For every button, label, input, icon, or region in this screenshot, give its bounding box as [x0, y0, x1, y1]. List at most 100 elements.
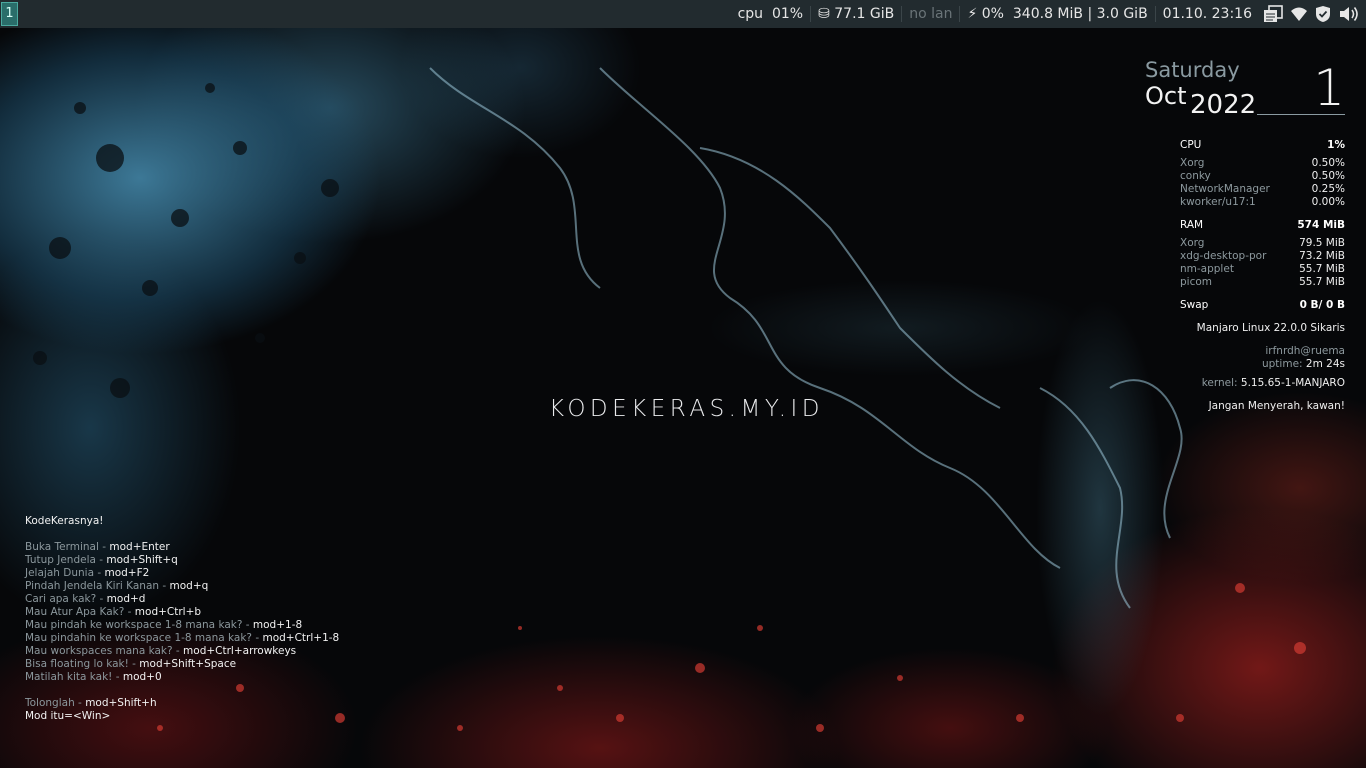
ram-process-row: Xorg 79.5 MiB: [1180, 237, 1345, 250]
keybinding-keys: mod+Ctrl+b: [134, 606, 202, 618]
keybinding-item: Pindah Jendela Kiri Kanan - mod+q: [25, 580, 339, 593]
keybinding-keys: mod+Shift+h: [85, 697, 157, 709]
cpu-header-label: CPU: [1180, 139, 1202, 151]
keybinding-desc: Tutup Jendela -: [25, 554, 107, 566]
uptime-value: 2m 24s: [1305, 358, 1345, 370]
keybinding-keys: mod+Ctrl+1-8: [262, 632, 340, 644]
process-name: xdg-desktop-por: [1180, 250, 1267, 262]
conky-date-underline: [1257, 114, 1345, 115]
keybinding-keys: mod+1-8: [252, 619, 303, 631]
process-value: 0.25%: [1311, 183, 1345, 195]
keybinding-desc: Matilah kita kak! -: [25, 671, 123, 683]
cpu-process-row: kworker/u17:1 0.00%: [1180, 196, 1345, 209]
cpu-status[interactable]: cpu 01%: [731, 6, 812, 22]
process-value: 0.00%: [1311, 196, 1345, 208]
keybinding-cheatsheet: KodeKerasnya! Buka Terminal - mod+Enter …: [25, 515, 339, 723]
keybinding-item: Buka Terminal - mod+Enter: [25, 541, 339, 554]
process-value: 55.7 MiB: [1299, 263, 1345, 275]
process-name: Xorg: [1180, 237, 1205, 249]
cpu-process-row: NetworkManager 0.25%: [1180, 183, 1345, 196]
keybinding-desc: Mau pindahin ke workspace 1-8 mana kak? …: [25, 632, 263, 644]
conky-year: 2022: [1190, 90, 1257, 120]
workspace-button-1[interactable]: 1: [1, 2, 18, 26]
keybinding-desc: Pindah Jendela Kiri Kanan -: [25, 580, 170, 592]
conky-weekday: Saturday: [1145, 58, 1240, 82]
motto: Jangan Menyerah, kawan!: [1208, 400, 1345, 412]
keybinding-keys: mod+0: [122, 671, 162, 683]
ram-process-row: picom 55.7 MiB: [1180, 276, 1345, 289]
clipboard-icon[interactable]: [1263, 5, 1283, 23]
keybinding-item: Matilah kita kak! - mod+0: [25, 671, 339, 684]
keybinding-keys: mod+q: [169, 580, 209, 592]
keybinding-item: Cari apa kak? - mod+d: [25, 593, 339, 606]
ram-header-value: 574 MiB: [1297, 219, 1345, 231]
keybinding-item: Tutup Jendela - mod+Shift+q: [25, 554, 339, 567]
system-tray: [1259, 5, 1366, 23]
uptime-line: uptime: 2m 24s: [1180, 358, 1345, 371]
keybinding-keys: mod+Ctrl+arrowkeys: [183, 645, 297, 657]
process-value: 0.50%: [1311, 170, 1345, 182]
ram-header: RAM 574 MiB: [1180, 219, 1345, 232]
conky-month: Oct: [1145, 82, 1187, 110]
process-value: 79.5 MiB: [1299, 237, 1345, 249]
disk-status[interactable]: ⛁ 77.1 GiB: [811, 6, 903, 22]
keybinding-item: Mau pindah ke workspace 1-8 mana kak? - …: [25, 619, 339, 632]
keybinding-help: Tolonglah - mod+Shift+h: [25, 697, 339, 710]
cpu-process-row: conky 0.50%: [1180, 170, 1345, 183]
battery-memory-status[interactable]: ⚡ 0% 340.8 MiB | 3.0 GiB: [960, 6, 1156, 22]
kernel-line: kernel: 5.15.65-1-MANJARO: [1180, 377, 1345, 390]
keybinding-item: Jelajah Dunia - mod+F2: [25, 567, 339, 580]
process-value: 0.50%: [1311, 157, 1345, 169]
lan-status[interactable]: no lan: [902, 6, 961, 22]
process-name: picom: [1180, 276, 1213, 288]
keybinding-keys: mod+d: [106, 593, 146, 605]
keybinding-item: Mau workspaces mana kak? - mod+Ctrl+arro…: [25, 645, 339, 658]
kernel-label: kernel:: [1201, 377, 1238, 389]
volume-icon[interactable]: [1338, 5, 1360, 23]
keybinding-keys: mod+Enter: [109, 541, 170, 553]
keybinding-keys: mod+Shift+Space: [139, 658, 237, 670]
process-name: kworker/u17:1: [1180, 196, 1256, 208]
ram-process-row: xdg-desktop-por 73.2 MiB: [1180, 250, 1345, 263]
process-value: 73.2 MiB: [1299, 250, 1345, 262]
keybinding-desc: Buka Terminal -: [25, 541, 110, 553]
battery-icon: ⚡: [967, 6, 978, 22]
keybinding-desc: Cari apa kak? -: [25, 593, 107, 605]
keybinding-item: Mau Atur Apa Kak? - mod+Ctrl+b: [25, 606, 339, 619]
process-name: nm-applet: [1180, 263, 1234, 275]
ram-header-label: RAM: [1180, 219, 1204, 231]
disk-icon: ⛁: [818, 6, 830, 22]
wallpaper-brand-text: KODEKERAS.MY.ID: [549, 396, 825, 422]
top-status-bar: 1 cpu 01% ⛁ 77.1 GiB no lan ⚡ 0% 340.8 M…: [0, 0, 1366, 28]
process-name: NetworkManager: [1180, 183, 1270, 195]
memory-value: 340.8 MiB | 3.0 GiB: [1012, 6, 1148, 22]
keybinding-desc: Mau workspaces mana kak? -: [25, 645, 184, 657]
keybinding-desc: Mau pindah ke workspace 1-8 mana kak? -: [25, 619, 253, 631]
uptime-label: uptime:: [1261, 358, 1303, 370]
keybinding-desc: Mau Atur Apa Kak? -: [25, 606, 135, 618]
keybinding-keys: mod+F2: [104, 567, 150, 579]
conky-date-widget: Saturday Oct 2022 1: [1145, 58, 1345, 120]
cpu-header: CPU 1%: [1180, 139, 1345, 152]
conky-day-number: 1: [1313, 59, 1345, 117]
keybinding-desc: Bisa floating lo kak! -: [25, 658, 140, 670]
keybinding-desc: Tolonglah -: [25, 697, 86, 709]
ram-process-row: nm-applet 55.7 MiB: [1180, 263, 1345, 276]
conky-system-stats: CPU 1% Xorg 0.50% conky 0.50% NetworkManag…: [1180, 139, 1345, 413]
cheatsheet-title: KodeKerasnya!: [25, 515, 104, 527]
wifi-icon[interactable]: [1290, 6, 1308, 22]
shield-check-icon[interactable]: [1315, 5, 1331, 23]
keybinding-keys: mod+Shift+q: [106, 554, 178, 566]
cpu-process-row: Xorg 0.50%: [1180, 157, 1345, 170]
cpu-label: cpu: [737, 6, 764, 22]
status-blocks: cpu 01% ⛁ 77.1 GiB no lan ⚡ 0% 340.8 MiB…: [731, 0, 1366, 28]
process-value: 55.7 MiB: [1299, 276, 1345, 288]
user-host: irfnrdh@ruema: [1265, 345, 1345, 357]
cpu-header-value: 1%: [1327, 139, 1345, 151]
keybinding-item: Bisa floating lo kak! - mod+Shift+Space: [25, 658, 339, 671]
clock[interactable]: 01.10. 23:16: [1156, 6, 1259, 22]
swap-label: Swap: [1180, 299, 1209, 311]
os-name: Manjaro Linux 22.0.0 Sikaris: [1196, 322, 1345, 334]
cpu-value: 01%: [771, 6, 804, 22]
disk-value: 77.1 GiB: [834, 6, 895, 22]
